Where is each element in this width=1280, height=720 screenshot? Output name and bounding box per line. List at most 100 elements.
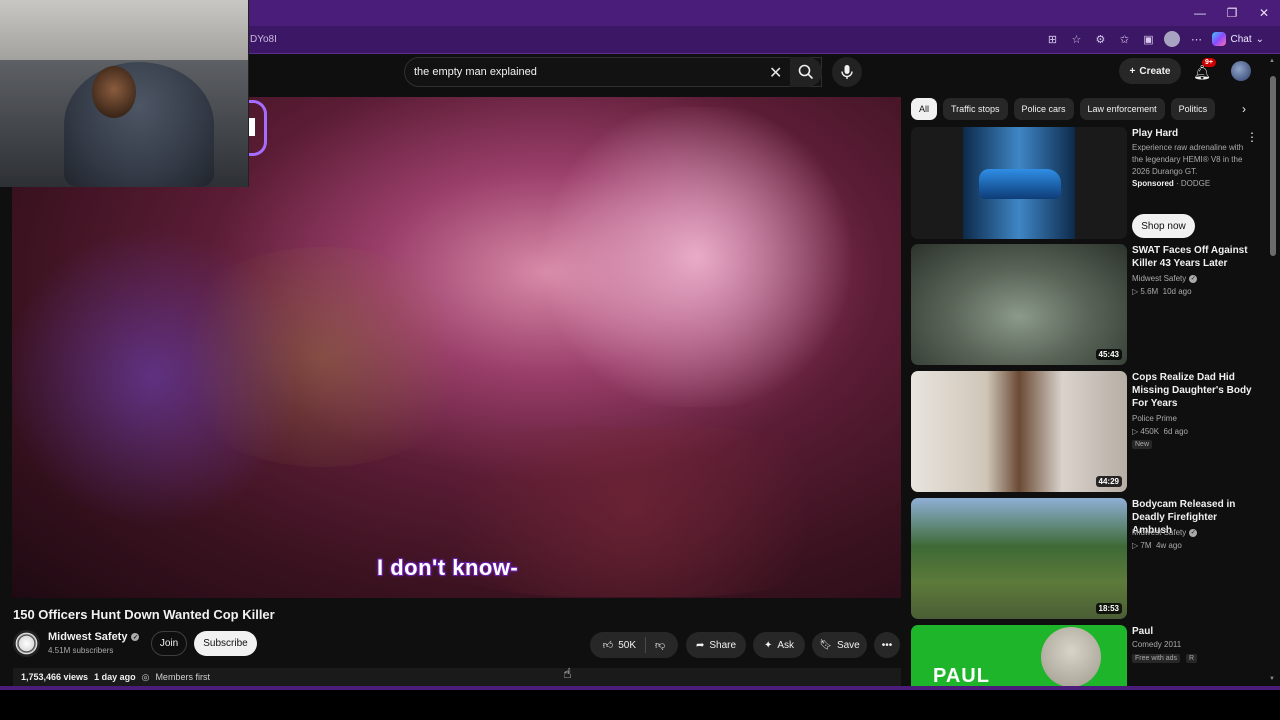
copilot-chat-button[interactable]: Chat ⌄ xyxy=(1212,32,1274,46)
chip-politics[interactable]: Politics xyxy=(1170,98,1216,120)
verified-check-icon: ✓ xyxy=(1189,528,1198,537)
free-line: Free with ads R xyxy=(1132,654,1198,663)
screen: — ❐ ✕ DYo8I ⊞ ☆ ⚙ ✩ ▣ ⋯ Chat ⌄ the empty… xyxy=(0,0,1280,720)
favorite-star-icon[interactable]: ☆ xyxy=(1068,31,1084,47)
clear-search-icon[interactable]: ✕ xyxy=(769,63,782,83)
free-with-ads-badge: Free with ads xyxy=(1132,654,1181,663)
video-thumbnail[interactable]: 45:43 xyxy=(911,244,1127,365)
video-frame-debris xyxy=(162,247,482,467)
join-button[interactable]: Join xyxy=(151,631,187,656)
sparkle-icon: ✦ xyxy=(763,639,773,651)
channel-line: Midwest Safety ✓ xyxy=(1132,528,1198,537)
shop-now-button[interactable]: Shop now xyxy=(1132,214,1195,238)
more-horizontal-icon: ••• xyxy=(881,639,893,651)
list-item[interactable]: PAUL Paul Comedy 2011 Free with ads R xyxy=(911,625,1255,686)
video-title[interactable]: Cops Realize Dad Hid Missing Daughter's … xyxy=(1132,371,1257,410)
subscribe-button[interactable]: Subscribe xyxy=(194,631,257,656)
channel-line: Police Prime xyxy=(1132,414,1177,423)
webcam-person-head xyxy=(92,66,136,118)
browser-profile-avatar[interactable] xyxy=(1164,31,1181,47)
more-actions-button[interactable]: ••• xyxy=(874,632,900,658)
search-input[interactable]: the empty man explained ✕ xyxy=(404,57,822,87)
apps-icon[interactable]: ⊞ xyxy=(1044,31,1060,47)
dislike-button[interactable]: 👎︎ xyxy=(655,639,665,651)
like-button[interactable]: 👍︎ 50K xyxy=(602,639,636,652)
list-item[interactable]: 44:29 Cops Realize Dad Hid Missing Daugh… xyxy=(911,371,1255,492)
chip-traffic-stops[interactable]: Traffic stops xyxy=(943,98,1008,120)
upload-age: 10d ago xyxy=(1162,287,1192,296)
plus-icon: + xyxy=(1129,65,1136,77)
chips-next-arrow-icon[interactable]: › xyxy=(1233,98,1255,120)
chip-law-enforcement[interactable]: Law enforcement xyxy=(1079,98,1165,120)
view-count: 450K xyxy=(1140,427,1160,436)
share-label: Share xyxy=(709,639,737,651)
collections-icon[interactable]: ▣ xyxy=(1140,31,1156,47)
video-title[interactable]: SWAT Faces Off Against Killer 43 Years L… xyxy=(1132,244,1257,270)
restore-button[interactable]: ❐ xyxy=(1216,0,1248,26)
address-bar-icons: ⊞ ☆ ⚙ ✩ ▣ ⋯ Chat ⌄ xyxy=(1044,31,1274,47)
ad-card[interactable]: Play Hard ⋮ Experience raw adrenaline wi… xyxy=(911,127,1258,241)
play-icon: ▷ xyxy=(1132,541,1139,550)
channel-avatar[interactable] xyxy=(13,630,40,657)
page-scrollbar[interactable]: ▲ ▼ xyxy=(1268,56,1278,686)
play-icon: ▷ xyxy=(1132,287,1139,296)
minimize-button[interactable]: — xyxy=(1184,0,1216,26)
thumbs-up-icon: 👍︎ xyxy=(602,640,614,651)
ad-thumbnail[interactable] xyxy=(911,127,1127,239)
share-button[interactable]: ➦ Share xyxy=(686,632,746,658)
sponsored-label: Sponsored xyxy=(1132,179,1174,188)
extensions-icon[interactable]: ⚙ xyxy=(1092,31,1108,47)
like-dislike-group: 👍︎ 50K 👎︎ xyxy=(590,632,678,658)
car-image xyxy=(979,169,1061,199)
members-first-icon: ◎ xyxy=(141,671,150,682)
video-thumbnail[interactable]: 44:29 xyxy=(911,371,1127,492)
close-window-button[interactable]: ✕ xyxy=(1248,0,1280,26)
view-count: 5.6M xyxy=(1140,287,1159,296)
account-avatar[interactable] xyxy=(1231,61,1251,81)
new-badge: New xyxy=(1132,440,1153,449)
channel-name: Midwest Safety xyxy=(1132,274,1187,283)
verified-check-icon: ✓ xyxy=(131,633,140,641)
description-summary[interactable]: 1,753,466 views 1 day ago ◎ Members firs… xyxy=(13,668,901,686)
scrollbar-thumb[interactable] xyxy=(1270,76,1276,256)
ask-button[interactable]: ✦ Ask xyxy=(753,632,805,658)
channel-line: Midwest Safety ✓ xyxy=(1132,274,1198,283)
url-text[interactable]: DYo8I xyxy=(250,34,277,45)
upload-age: 6d ago xyxy=(1163,427,1188,436)
copilot-icon xyxy=(1212,32,1227,46)
duration-badge: 18:53 xyxy=(1095,603,1122,614)
channel-name-row[interactable]: Midwest Safety ✓ xyxy=(48,631,140,643)
views-age-line: ▷ 450K 6d ago xyxy=(1132,427,1188,436)
webcam-person xyxy=(64,62,214,187)
scroll-down-arrow-icon[interactable]: ▼ xyxy=(1269,676,1275,682)
list-item[interactable]: 45:43 SWAT Faces Off Against Killer 43 Y… xyxy=(911,244,1255,365)
search-button[interactable] xyxy=(790,57,822,87)
subscriber-count: 4.51M subscribers xyxy=(48,646,114,655)
search-query[interactable]: the empty man explained xyxy=(414,66,537,78)
video-caption: I don't know- xyxy=(376,554,519,581)
movie-subtitle: Comedy 2011 xyxy=(1132,640,1182,649)
verified-check-icon: ✓ xyxy=(1189,274,1198,283)
notification-count-badge: 9+ xyxy=(1202,58,1216,67)
movie-thumbnail[interactable]: PAUL xyxy=(911,625,1127,686)
scroll-up-arrow-icon[interactable]: ▲ xyxy=(1269,58,1275,64)
favorites-icon[interactable]: ✩ xyxy=(1116,31,1132,47)
chip-police-cars[interactable]: Police cars xyxy=(1013,98,1074,120)
list-item[interactable]: 18:53 Bodycam Released in Deadly Firefig… xyxy=(911,498,1255,619)
movie-thumb-title: PAUL xyxy=(933,665,990,686)
chevron-down-icon: ⌄ xyxy=(1255,33,1264,45)
create-button[interactable]: + Create xyxy=(1119,58,1181,84)
video-thumbnail[interactable]: 18:53 xyxy=(911,498,1127,619)
browser-menu-icon[interactable]: ⋯ xyxy=(1188,31,1204,47)
video-title: 150 Officers Hunt Down Wanted Cop Killer xyxy=(13,607,275,622)
ad-title[interactable]: Play Hard xyxy=(1132,127,1257,140)
channel-name[interactable]: Midwest Safety xyxy=(48,631,127,643)
chip-all[interactable]: All xyxy=(911,98,938,120)
ask-label: Ask xyxy=(777,639,795,651)
voice-search-button[interactable] xyxy=(832,57,862,87)
create-label: Create xyxy=(1139,65,1171,77)
save-button[interactable]: 🔖︎ Save xyxy=(812,632,867,658)
alien-head-image xyxy=(1041,627,1101,686)
movie-title[interactable]: Paul xyxy=(1132,625,1255,638)
play-icon: ▷ xyxy=(1132,427,1139,436)
